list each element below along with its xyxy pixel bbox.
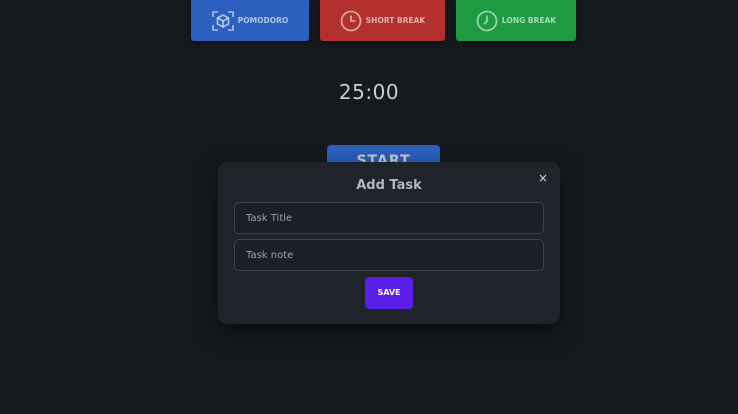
pomodoro-mode-label: POMODORO [237,16,289,25]
timer-display: 25:00 [338,80,400,104]
pomodoro-mode-button[interactable]: POMODORO [191,0,309,41]
long-break-mode-button[interactable]: LONG BREAK [456,0,576,41]
short-break-mode-button[interactable]: SHORT BREAK [320,0,445,41]
short-break-mode-label: SHORT BREAK [365,16,426,25]
modal-title: Add Task [356,178,422,193]
save-button[interactable]: SAVE [365,277,413,309]
clock-icon [476,10,498,32]
pomodoro-cube-icon [211,10,234,31]
add-task-modal: Add Task × SAVE [218,162,560,324]
pomodoro-app: POMODORO SHORT BREAK LONG BREAK 25:00 ST… [0,0,738,414]
long-break-mode-label: LONG BREAK [501,16,557,25]
task-note-input[interactable] [234,239,544,271]
clock-icon [340,10,362,32]
close-icon[interactable]: × [538,171,548,185]
task-title-input[interactable] [234,202,544,234]
